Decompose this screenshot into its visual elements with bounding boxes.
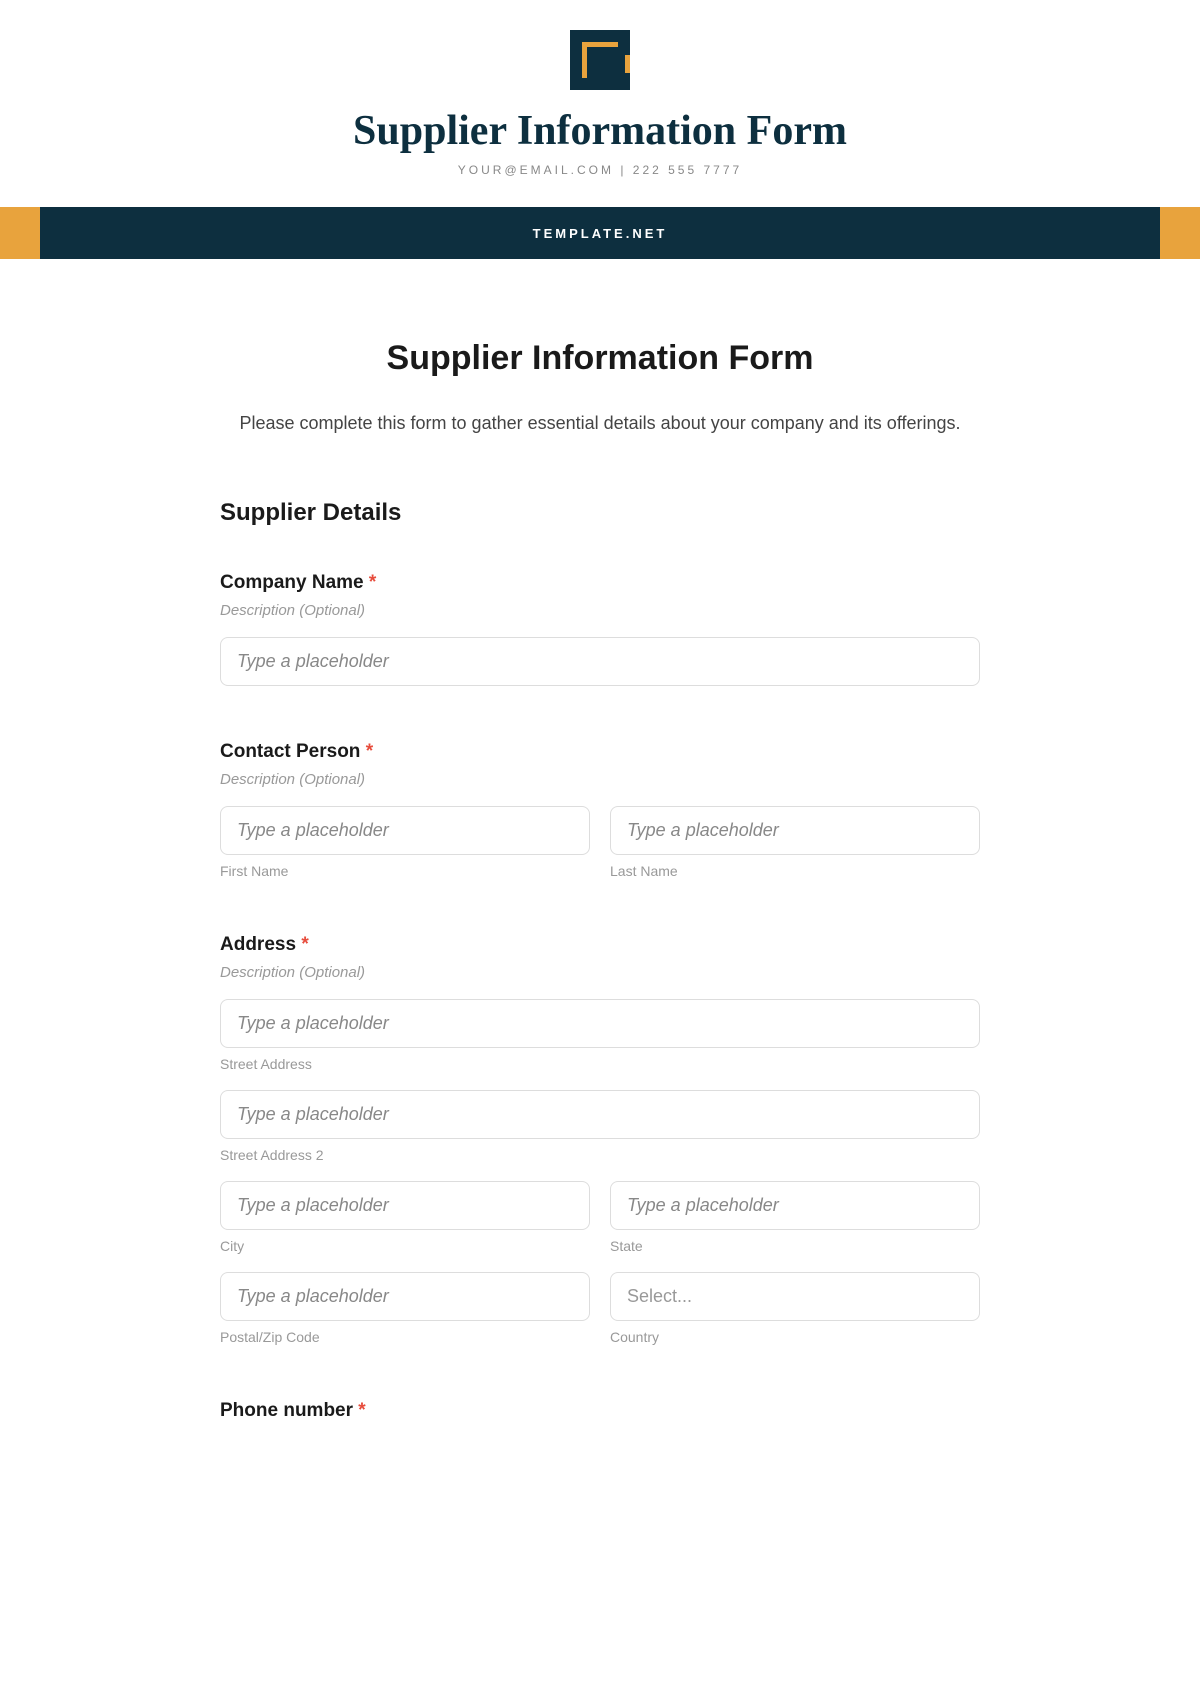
first-name-input[interactable] xyxy=(220,806,590,855)
last-name-sublabel: Last Name xyxy=(610,863,980,879)
header: Supplier Information Form YOUR@EMAIL.COM… xyxy=(0,0,1200,177)
banner: TEMPLATE.NET xyxy=(0,207,1200,259)
banner-text: TEMPLATE.NET xyxy=(533,226,668,241)
postal-sublabel: Postal/Zip Code xyxy=(220,1329,590,1345)
state-input[interactable] xyxy=(610,1181,980,1230)
section-title: Supplier Details xyxy=(220,499,980,527)
phone-label: Phone number * xyxy=(220,1400,980,1422)
company-name-label: Company Name * xyxy=(220,572,980,594)
contact-person-field: Contact Person * Description (Optional) … xyxy=(220,741,980,879)
address-desc: Description (Optional) xyxy=(220,964,980,981)
phone-field: Phone number * xyxy=(220,1400,980,1422)
city-sublabel: City xyxy=(220,1238,590,1254)
country-select[interactable]: Select... xyxy=(610,1272,980,1321)
last-name-input[interactable] xyxy=(610,806,980,855)
country-sublabel: Country xyxy=(610,1329,980,1345)
header-title: Supplier Information Form xyxy=(0,107,1200,155)
logo-icon xyxy=(570,30,630,90)
first-name-sublabel: First Name xyxy=(220,863,590,879)
street-input[interactable] xyxy=(220,999,980,1048)
form-description: Please complete this form to gather esse… xyxy=(220,408,980,439)
form-container: Supplier Information Form Please complet… xyxy=(190,259,1010,1517)
street2-input[interactable] xyxy=(220,1090,980,1139)
state-sublabel: State xyxy=(610,1238,980,1254)
header-contact: YOUR@EMAIL.COM | 222 555 7777 xyxy=(0,163,1200,177)
address-label: Address * xyxy=(220,934,980,956)
address-field: Address * Description (Optional) Street … xyxy=(220,934,980,1345)
company-name-desc: Description (Optional) xyxy=(220,602,980,619)
street-sublabel: Street Address xyxy=(220,1056,980,1072)
company-name-field: Company Name * Description (Optional) xyxy=(220,572,980,686)
street2-sublabel: Street Address 2 xyxy=(220,1147,980,1163)
contact-person-label: Contact Person * xyxy=(220,741,980,763)
contact-person-desc: Description (Optional) xyxy=(220,771,980,788)
form-title: Supplier Information Form xyxy=(220,339,980,378)
postal-input[interactable] xyxy=(220,1272,590,1321)
company-name-input[interactable] xyxy=(220,637,980,686)
city-input[interactable] xyxy=(220,1181,590,1230)
